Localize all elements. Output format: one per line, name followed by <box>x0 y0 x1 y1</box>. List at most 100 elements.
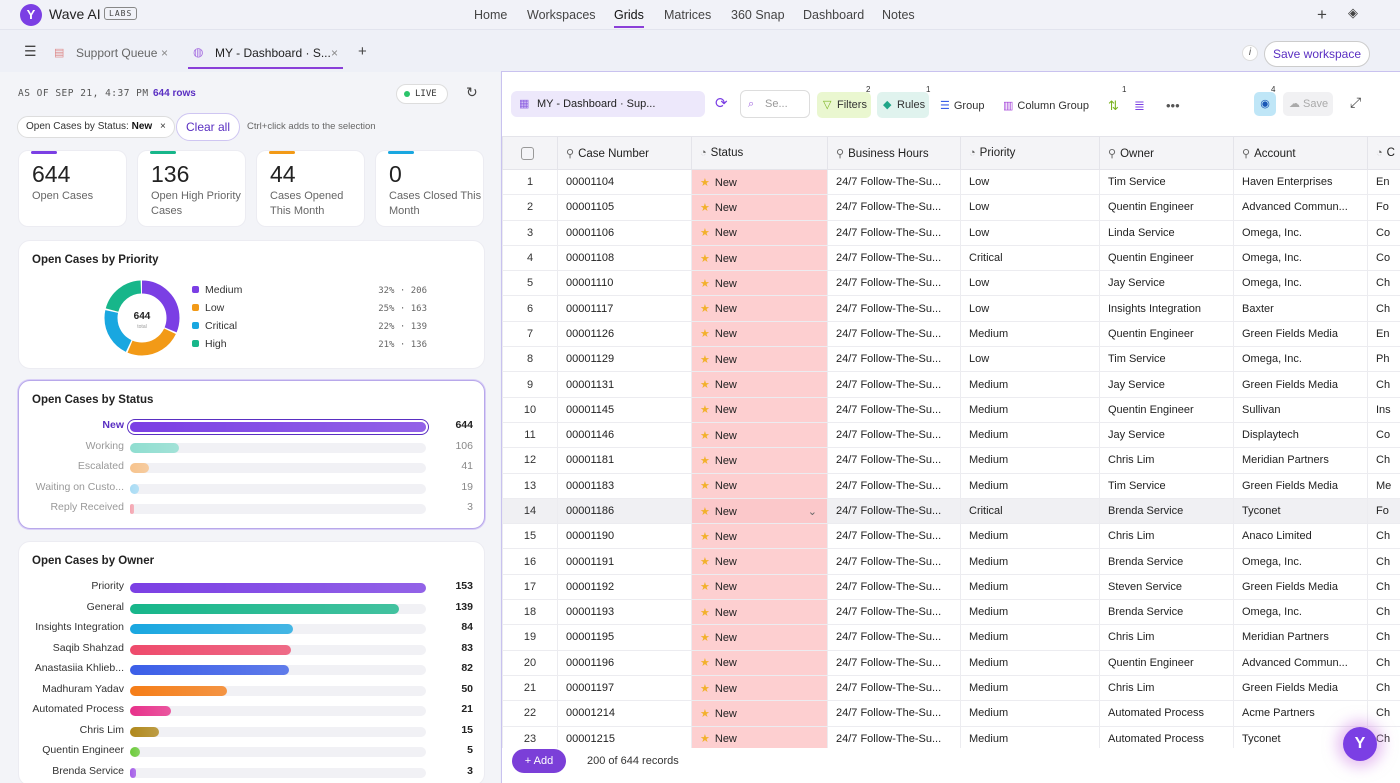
table-cell[interactable]: Green Fields Media <box>1233 472 1368 499</box>
table-cell[interactable]: 00001196 <box>557 649 692 676</box>
legend-item[interactable]: Critical <box>192 320 237 332</box>
eye-icon[interactable]: ◉ <box>1254 92 1276 116</box>
table-cell[interactable]: ★ New <box>691 396 828 423</box>
table-cell[interactable]: Automated Process <box>1099 700 1234 727</box>
table-cell[interactable]: 15 <box>502 523 558 550</box>
menu-icon[interactable]: ☰ <box>24 43 37 60</box>
table-cell[interactable]: Tim Service <box>1099 168 1234 196</box>
table-cell[interactable]: Brenda Service <box>1099 497 1234 525</box>
layers-icon[interactable]: ◈ <box>1348 5 1358 21</box>
table-cell[interactable]: Chris Lim <box>1099 523 1234 550</box>
table-cell[interactable]: 24/7 Follow-The-Su... <box>827 396 961 423</box>
table-cell[interactable]: 10 <box>502 396 558 423</box>
table-cell[interactable]: 00001215 <box>557 725 692 748</box>
table-cell[interactable]: 14 <box>502 497 558 525</box>
nav-home[interactable]: Home <box>474 8 507 22</box>
table-cell[interactable]: Omega, Inc. <box>1233 548 1368 575</box>
table-cell[interactable]: 00001108 <box>557 244 692 272</box>
table-cell[interactable]: 00001181 <box>557 447 692 474</box>
table-cell[interactable]: Advanced Commun... <box>1233 649 1368 676</box>
table-cell[interactable]: 6 <box>502 295 558 322</box>
table-cell[interactable]: Medium <box>960 649 1100 676</box>
table-row[interactable]: 19 00001195 ★ New 24/7 Follow-The-Su... Mediu… <box>502 624 1400 651</box>
table-cell[interactable]: Low <box>960 219 1100 246</box>
kpi-card[interactable]: 136 Open High Priority Cases <box>137 150 246 227</box>
kpi-card[interactable]: 644 Open Cases <box>18 150 127 227</box>
table-cell[interactable]: 24/7 Follow-The-Su... <box>827 447 961 474</box>
table-cell[interactable]: Ph <box>1367 346 1400 373</box>
table-cell[interactable]: Ch <box>1367 523 1400 550</box>
bar-row[interactable]: Saqib Shahzad 83 <box>19 642 486 658</box>
table-cell[interactable]: Anaco Limited <box>1233 523 1368 550</box>
filters-button[interactable]: ▽ Filters <box>817 92 871 118</box>
table-cell[interactable]: Quentin Engineer <box>1099 244 1234 272</box>
plus-icon[interactable]: + <box>1317 5 1327 25</box>
table-cell[interactable]: Omega, Inc. <box>1233 270 1368 297</box>
bar-row[interactable]: Madhuram Yadav 50 <box>19 683 486 699</box>
table-row[interactable]: 9 00001131 ★ New 24/7 Follow-The-Su... Medium… <box>502 371 1400 398</box>
table-cell[interactable]: Ch <box>1367 624 1400 651</box>
column-header[interactable]: ⚲ Case Number <box>557 136 692 170</box>
select-all-checkbox[interactable] <box>502 136 558 170</box>
table-cell[interactable]: Medium <box>960 523 1100 550</box>
table-cell[interactable]: Chris Lim <box>1099 674 1234 702</box>
table-cell[interactable]: ★ New <box>691 548 828 575</box>
table-cell[interactable]: Green Fields Media <box>1233 371 1368 398</box>
add-button[interactable]: + Add <box>512 749 566 773</box>
table-cell[interactable]: 16 <box>502 548 558 575</box>
table-cell[interactable]: 00001129 <box>557 346 692 373</box>
table-cell[interactable]: Co <box>1367 421 1400 449</box>
nav-dashboard[interactable]: Dashboard <box>803 8 864 22</box>
table-cell[interactable]: 21 <box>502 674 558 702</box>
search-input[interactable]: ⌕ Se... <box>740 90 810 118</box>
table-cell[interactable]: Fo <box>1367 497 1400 525</box>
table-cell[interactable]: Medium <box>960 472 1100 499</box>
table-row[interactable]: 8 00001129 ★ New 24/7 Follow-The-Su... Low Tim… <box>502 346 1400 373</box>
table-cell[interactable]: Ch <box>1367 548 1400 575</box>
table-row[interactable]: 16 00001191 ★ New 24/7 Follow-The-Su... Mediu… <box>502 548 1400 575</box>
table-cell[interactable]: 00001104 <box>557 168 692 196</box>
table-cell[interactable]: Meridian Partners <box>1233 624 1368 651</box>
table-row[interactable]: 23 00001215 ★ New 24/7 Follow-The-Su... Mediu… <box>502 725 1400 748</box>
rules-button[interactable]: ◆ Rules <box>877 92 929 118</box>
table-cell[interactable]: Critical <box>960 244 1100 272</box>
table-cell[interactable]: Low <box>960 168 1100 196</box>
bar-row[interactable]: Quentin Engineer 5 <box>19 744 486 760</box>
table-cell[interactable]: 00001146 <box>557 421 692 449</box>
close-icon[interactable]: × <box>161 46 168 60</box>
table-cell[interactable]: Omega, Inc. <box>1233 219 1368 246</box>
legend-item[interactable]: Low <box>192 302 224 314</box>
table-cell[interactable]: Brenda Service <box>1099 548 1234 575</box>
checkbox-icon[interactable] <box>521 146 534 160</box>
table-cell[interactable]: 24/7 Follow-The-Su... <box>827 548 961 575</box>
table-cell[interactable]: Chris Lim <box>1099 624 1234 651</box>
owner-card[interactable]: Open Cases by Owner Priority 153 General 13… <box>18 541 485 783</box>
bar-row[interactable]: New 644 <box>19 419 486 435</box>
table-cell[interactable]: 18 <box>502 599 558 626</box>
save-workspace-button[interactable]: Save workspace <box>1264 41 1370 67</box>
table-cell[interactable]: Omega, Inc. <box>1233 346 1368 373</box>
table-cell[interactable]: Medium <box>960 599 1100 626</box>
table-cell[interactable]: 23 <box>502 725 558 748</box>
table-cell[interactable]: Jay Service <box>1099 270 1234 297</box>
table-cell[interactable]: 9 <box>502 371 558 398</box>
expand-icon[interactable]: ⤢ <box>1350 94 1361 111</box>
table-cell[interactable]: ★ New <box>691 295 828 322</box>
table-cell[interactable]: Jay Service <box>1099 421 1234 449</box>
table-cell[interactable]: 00001106 <box>557 219 692 246</box>
column-header[interactable]: ⚲ Owner <box>1099 136 1234 170</box>
bar-row[interactable]: Brenda Service 3 <box>19 765 486 781</box>
table-row[interactable]: 11 00001146 ★ New 24/7 Follow-The-Su... Mediu… <box>502 421 1400 449</box>
table-cell[interactable]: Medium <box>960 320 1100 348</box>
column-group-button[interactable]: ▥ Column Group <box>1003 93 1089 119</box>
table-cell[interactable]: 00001191 <box>557 548 692 575</box>
table-cell[interactable]: Ch <box>1367 573 1400 601</box>
close-icon[interactable]: × <box>331 46 338 60</box>
nav-matrices[interactable]: Matrices <box>664 8 711 22</box>
table-cell[interactable]: Co <box>1367 244 1400 272</box>
table-cell[interactable]: Green Fields Media <box>1233 320 1368 348</box>
table-cell[interactable]: Low <box>960 270 1100 297</box>
table-cell[interactable]: ★ New <box>691 624 828 651</box>
table-cell[interactable]: Ch <box>1367 371 1400 398</box>
table-cell[interactable]: Ch <box>1367 599 1400 626</box>
